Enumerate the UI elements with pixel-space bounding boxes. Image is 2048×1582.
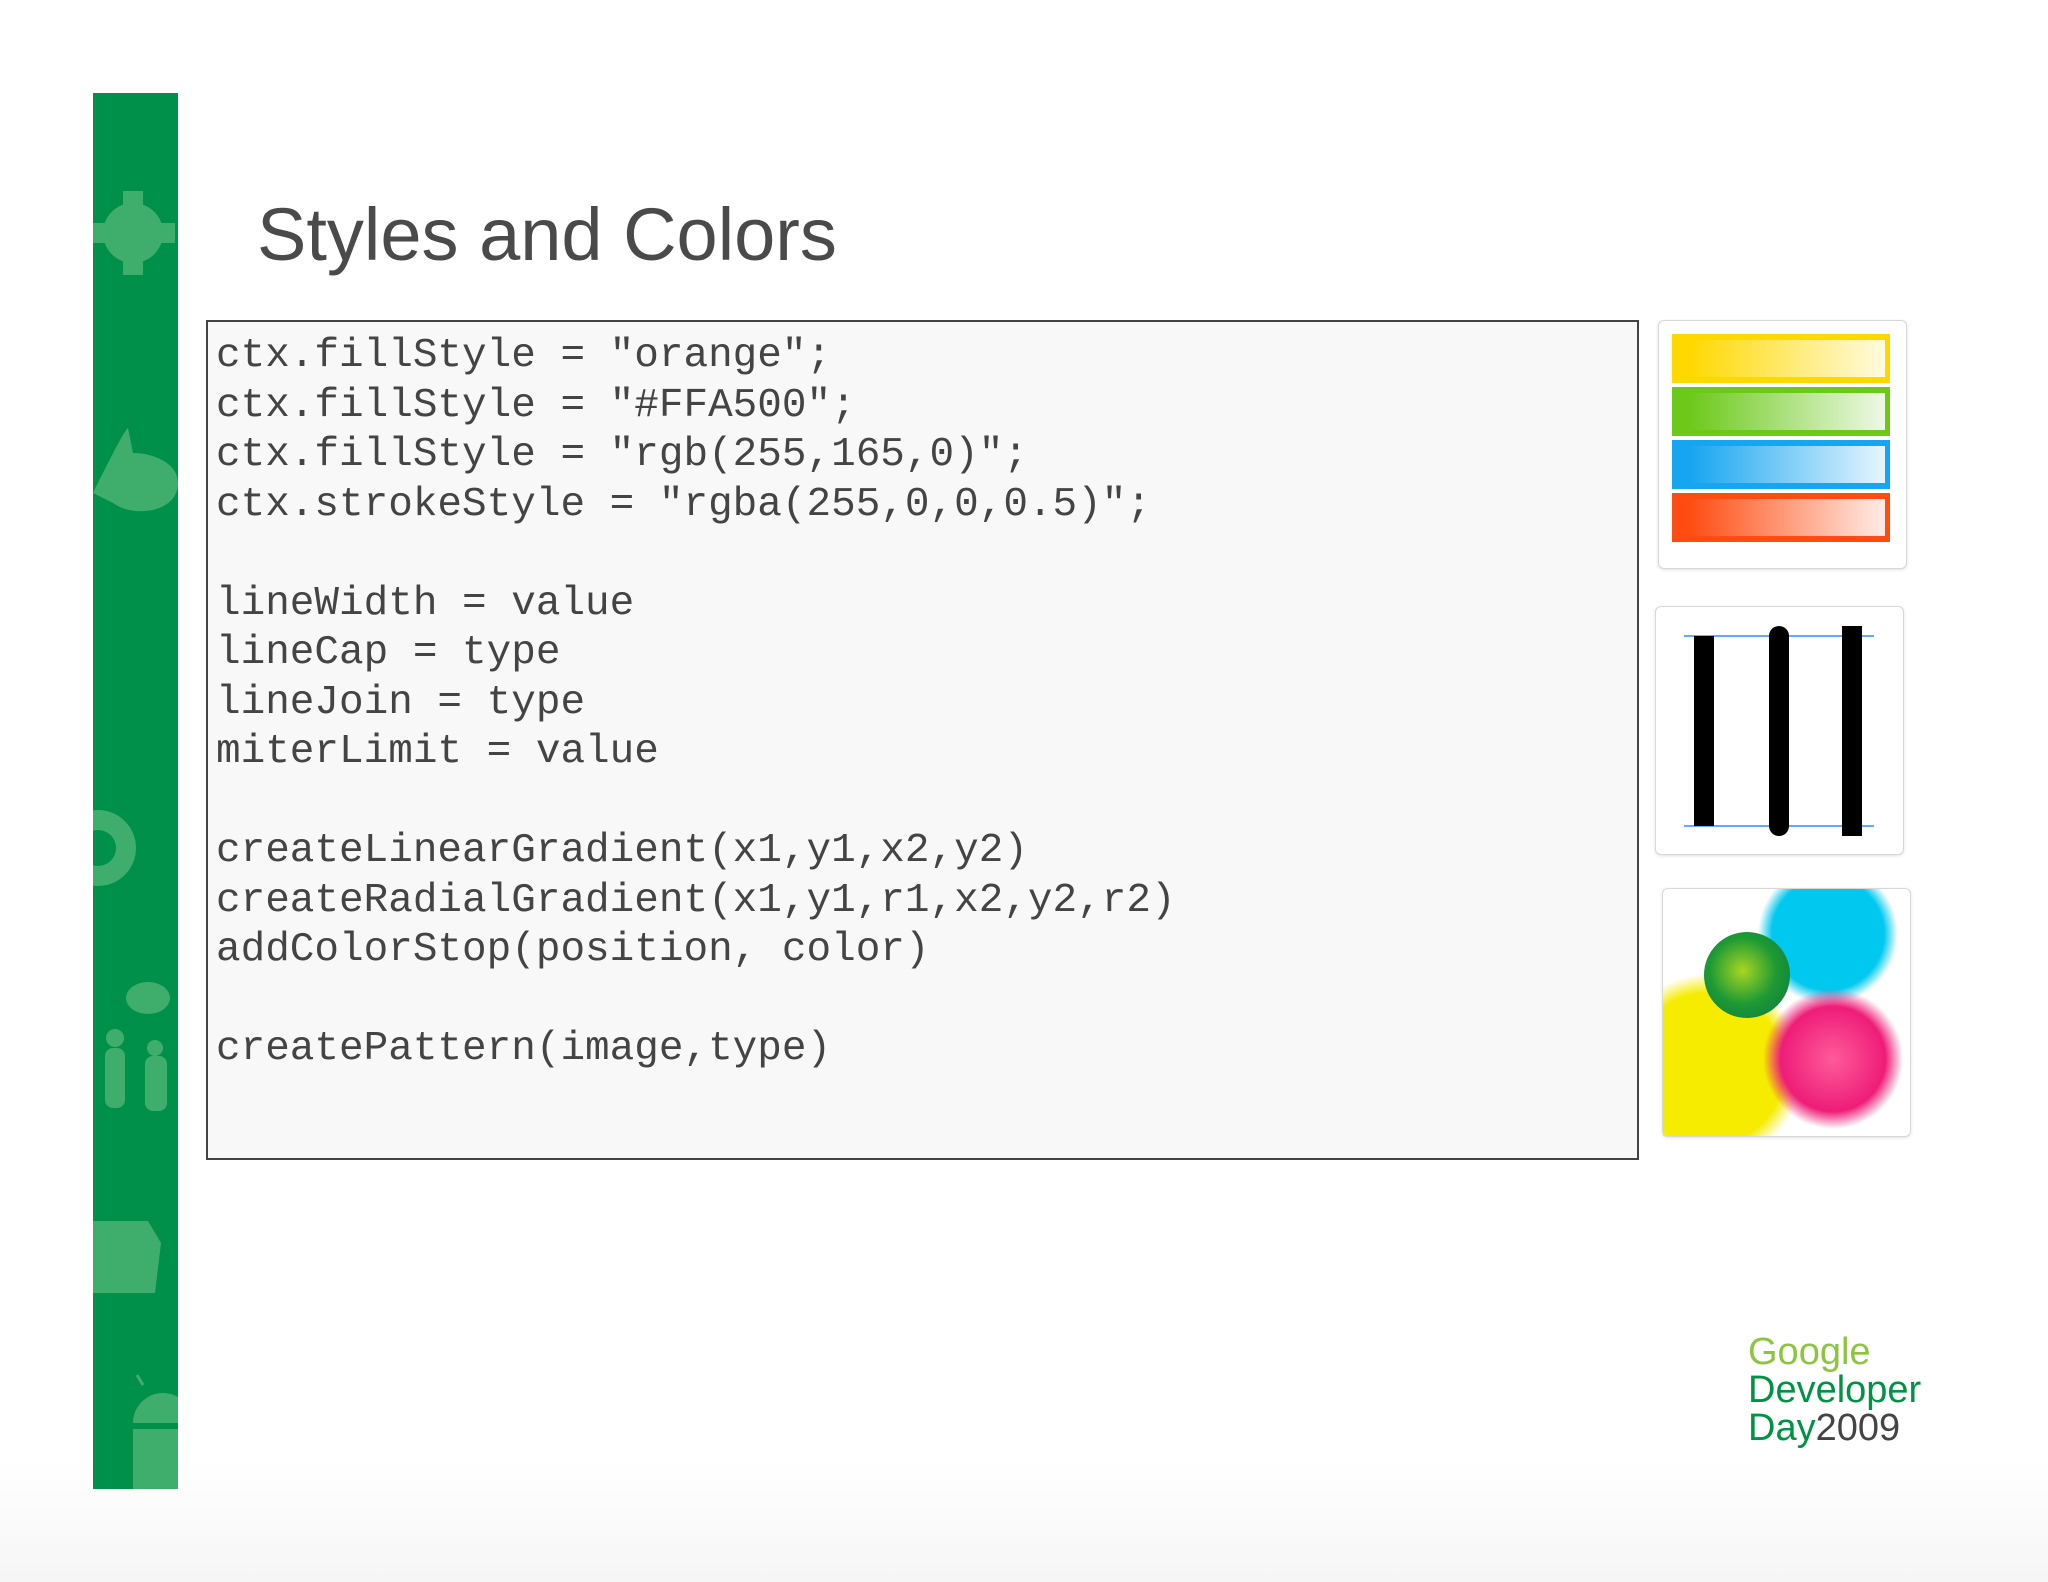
google-developer-day-logo: Google Developer Day2009 [1748, 1333, 1921, 1447]
code-line: lineCap = type [216, 630, 561, 676]
logo-google: Google [1748, 1331, 1871, 1373]
footer-shade [0, 1460, 2048, 1582]
code-line: lineJoin = type [216, 679, 586, 726]
code-line: ctx.strokeStyle = "rgba(255,0,0,0.5)"; [216, 481, 1151, 528]
code-line: lineWidth = value [216, 580, 635, 627]
code-line-blank [216, 530, 1176, 580]
side-band: 14 [93, 93, 178, 1489]
line-caps-illustration [1655, 606, 1904, 855]
code-lines: ctx.fillStyle = "orange"; ctx.fillStyle … [216, 332, 1176, 1075]
logo-day: Day [1748, 1407, 1816, 1449]
code-line-blank [216, 976, 1176, 1026]
gear-icon [93, 191, 175, 275]
chrome-icon [93, 810, 136, 886]
code-line: addColorStop(position, color) [216, 927, 930, 973]
band-decoration [93, 191, 178, 1489]
line-caps-image [1684, 626, 1874, 836]
slide-title: Styles and Colors [257, 193, 837, 276]
logo-day-year: Day2009 [1748, 1409, 1921, 1447]
people-icon [105, 982, 170, 1111]
color-strips-illustration [1658, 320, 1907, 569]
box-icon [93, 1221, 161, 1293]
code-line: ctx.fillStyle = "rgb(255,165,0)"; [216, 432, 1028, 478]
code-line: miterLimit = value [216, 729, 659, 775]
bird-icon [93, 428, 178, 512]
code-line: createPattern(image,type) [216, 1026, 832, 1072]
pink-circle [1763, 989, 1903, 1129]
radial-gradient-illustration [1662, 888, 1911, 1137]
code-line: ctx.fillStyle = "orange"; [216, 333, 832, 379]
code-box: ctx.fillStyle = "orange"; ctx.fillStyle … [206, 320, 1639, 1160]
logo-developer: Developer [1748, 1369, 1922, 1411]
code-line-blank [216, 778, 1176, 828]
radial-gradient-image [1663, 889, 1903, 1136]
code-line: ctx.fillStyle = "#FFA500"; [216, 382, 856, 429]
code-line: createRadialGradient(x1,y1,r1,x2,y2,r2) [216, 877, 1176, 924]
code-line: createLinearGradient(x1,y1,x2,y2) [216, 828, 1028, 874]
color-strips-image [1672, 334, 1890, 542]
green-circle [1704, 932, 1790, 1018]
logo-year: 2009 [1815, 1407, 1901, 1449]
android-icon [133, 1374, 178, 1489]
